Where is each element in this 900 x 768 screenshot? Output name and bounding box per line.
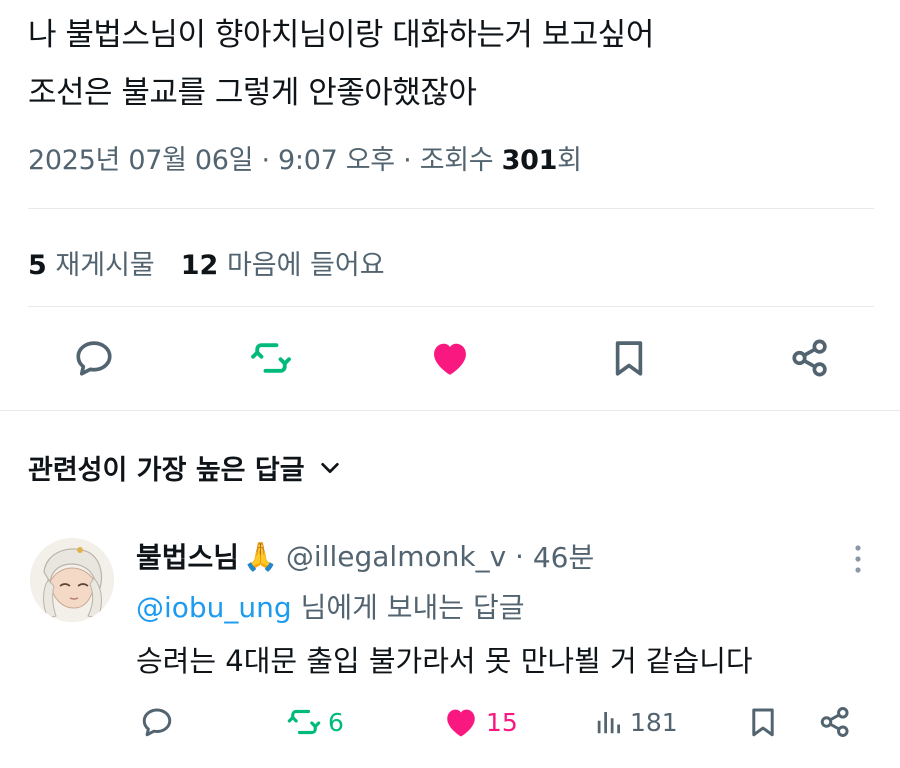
view-count: 301 bbox=[501, 145, 558, 176]
reply-like-count: 15 bbox=[486, 707, 518, 737]
more-vertical-icon bbox=[855, 545, 861, 573]
reply-bookmark-button[interactable] bbox=[746, 700, 780, 744]
like-button[interactable] bbox=[422, 330, 478, 386]
reply-button[interactable] bbox=[66, 330, 122, 386]
reply-views-button[interactable]: 181 bbox=[594, 700, 678, 744]
divider bbox=[0, 410, 900, 411]
reply-action-bar: 6 15 181 bbox=[0, 700, 900, 744]
chevron-down-icon bbox=[320, 462, 339, 473]
reply-text: 승려는 4대문 출입 불가라서 못 만나뵐 거 같습니다 bbox=[136, 644, 753, 678]
reposts-stat[interactable]: 5 재게시물 bbox=[28, 250, 155, 281]
more-options-button[interactable] bbox=[846, 542, 870, 576]
divider bbox=[28, 208, 874, 209]
relevant-replies-sort[interactable]: 관련성이 가장 높은 답글 bbox=[28, 448, 341, 487]
reply-reply-button[interactable] bbox=[140, 700, 174, 744]
share-icon bbox=[820, 707, 849, 737]
reply-header: 불법스님 🙏 @illegalmonk_v · 46분 bbox=[136, 536, 594, 576]
share-icon bbox=[792, 339, 827, 377]
repost-icon bbox=[287, 709, 321, 735]
reply-icon bbox=[142, 708, 172, 737]
reply-like-button[interactable]: 15 bbox=[442, 700, 518, 744]
post-meta: 2025년 07월 06일 · 9:07 오후 · 조회수 301회 bbox=[28, 138, 582, 177]
post-text-line-2: 조선은 불교를 그렇게 안좋아했잖아 bbox=[28, 75, 477, 111]
reply-share-button[interactable] bbox=[818, 700, 852, 744]
reply-repost-button[interactable]: 6 bbox=[286, 700, 344, 744]
reply-author-name[interactable]: 불법스님 bbox=[136, 536, 239, 576]
reply-author-handle[interactable]: @illegalmonk_v bbox=[286, 540, 506, 573]
divider bbox=[28, 306, 874, 307]
replying-to: @iobu_ung 님에게 보내는 답글 bbox=[136, 586, 525, 626]
repost-icon bbox=[251, 343, 291, 373]
monk-avatar-image bbox=[30, 538, 114, 622]
bookmark-icon bbox=[752, 708, 774, 737]
avatar[interactable] bbox=[30, 538, 114, 622]
like-icon bbox=[447, 709, 475, 737]
bookmark-button[interactable] bbox=[601, 330, 657, 386]
relevant-replies-title: 관련성이 가장 높은 답글 bbox=[28, 455, 305, 486]
post-text: 나 불법스님이 향아치님이랑 대화하는거 보고싶어 조선은 불교를 그렇게 안좋… bbox=[28, 6, 878, 122]
like-icon bbox=[434, 343, 466, 375]
likes-stat[interactable]: 12 마음에 들어요 bbox=[181, 250, 385, 281]
reply-view-count: 181 bbox=[630, 707, 678, 737]
reply-repost-count: 6 bbox=[328, 707, 344, 737]
post-text-line-1: 나 불법스님이 향아치님이랑 대화하는거 보고싶어 bbox=[28, 17, 654, 53]
engagement-stats: 5 재게시물 12 마음에 들어요 bbox=[28, 243, 385, 282]
repost-button[interactable] bbox=[243, 330, 299, 386]
separator: · bbox=[515, 539, 524, 573]
post-action-bar bbox=[0, 330, 900, 390]
reply-time[interactable]: 46분 bbox=[533, 536, 594, 576]
replying-to-suffix: 님에게 보내는 답글 bbox=[291, 591, 525, 624]
reply-icon bbox=[76, 341, 112, 376]
praying-hands-emoji: 🙏 bbox=[243, 539, 278, 573]
share-button[interactable] bbox=[782, 330, 838, 386]
replying-to-handle[interactable]: @iobu_ung bbox=[136, 591, 292, 624]
views-bar-chart-icon bbox=[597, 712, 620, 734]
post-timestamp: 2025년 07월 06일 · 9:07 오후 · 조회수 bbox=[28, 145, 502, 176]
bookmark-icon bbox=[615, 341, 643, 376]
view-count-suffix: 회 bbox=[557, 145, 582, 176]
